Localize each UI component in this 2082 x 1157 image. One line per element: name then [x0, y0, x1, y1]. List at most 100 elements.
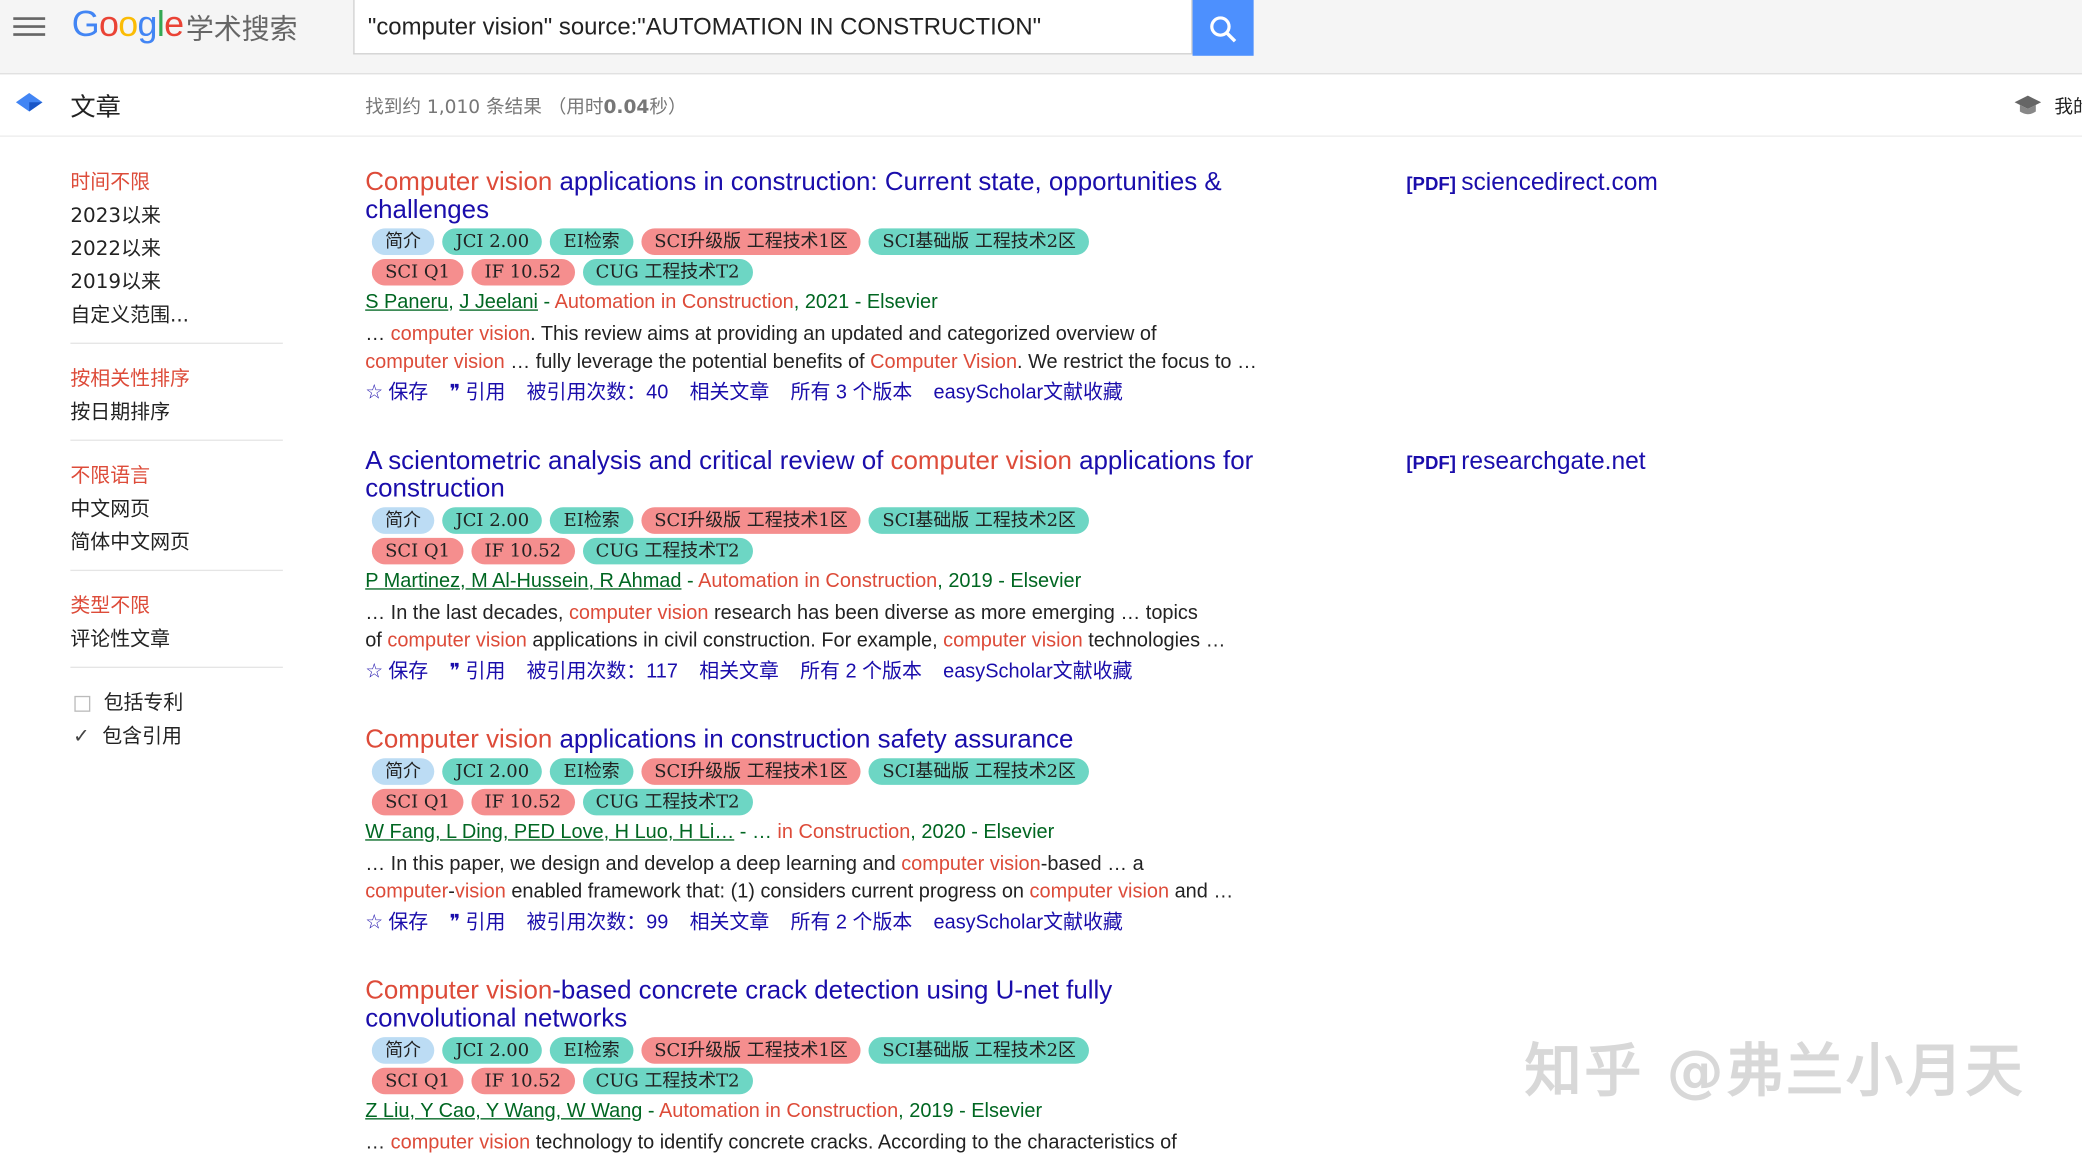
cite-button[interactable]: ❞ 引用	[449, 381, 505, 404]
tag-jci[interactable]: JCI 2.00	[442, 507, 543, 534]
easyscholar-save-link[interactable]: easyScholar文献收藏	[934, 911, 1123, 934]
sort-by-relevance[interactable]: 按相关性排序	[70, 363, 282, 396]
tag-sci-upgrade[interactable]: SCI升级版 工程技术1区	[640, 758, 862, 785]
pdf-link[interactable]: [PDF] sciencedirect.com	[1406, 167, 1658, 196]
author-link[interactable]: S Paneru	[365, 291, 448, 314]
tag-sci-basic[interactable]: SCI基础版 工程技术2区	[869, 228, 1090, 255]
easyscholar-save-link[interactable]: easyScholar文献收藏	[943, 660, 1132, 683]
tag-sci-basic[interactable]: SCI基础版 工程技术2区	[869, 1037, 1090, 1064]
include-patents-checkbox[interactable]: 包括专利	[70, 687, 282, 720]
result-title-link[interactable]: A scientometric analysis and critical re…	[365, 447, 1268, 504]
language-group: 不限语言 中文网页 简体中文网页	[70, 459, 283, 572]
filter-any-type[interactable]: 类型不限	[70, 590, 282, 623]
cited-by-link[interactable]: 被引用次数：40	[527, 381, 669, 404]
tag-ei[interactable]: EI检索	[550, 1037, 633, 1064]
tag-ei[interactable]: EI检索	[550, 507, 633, 534]
tag-impact-factor[interactable]: IF 10.52	[471, 537, 575, 565]
search-button[interactable]	[1192, 0, 1254, 56]
related-articles-link[interactable]: 相关文章	[690, 911, 770, 934]
tag-jci[interactable]: JCI 2.00	[442, 228, 543, 255]
filter-custom-range[interactable]: 自定义范围...	[70, 299, 282, 332]
time-filter-group: 时间不限 2023以来 2022以来 2019以来 自定义范围...	[70, 166, 283, 344]
my-library-link[interactable]: 我的	[2054, 93, 2082, 120]
tag-cug[interactable]: CUG 工程技术T2	[582, 788, 753, 816]
tag-sci-basic[interactable]: SCI基础版 工程技术2区	[869, 507, 1090, 534]
tag-ei[interactable]: EI检索	[550, 228, 633, 255]
save-button[interactable]: ☆ 保存	[365, 911, 428, 934]
tag-jci[interactable]: JCI 2.00	[442, 1037, 543, 1064]
tag-sci-upgrade[interactable]: SCI升级版 工程技术1区	[640, 228, 862, 255]
filter-any-time[interactable]: 时间不限	[70, 166, 282, 199]
filter-simplified-chinese[interactable]: 简体中文网页	[70, 526, 282, 559]
tag-intro[interactable]: 简介	[371, 507, 435, 534]
tag-cug[interactable]: CUG 工程技术T2	[582, 537, 753, 565]
pdf-link[interactable]: [PDF] researchgate.net	[1406, 446, 1645, 475]
tag-sci-q1[interactable]: SCI Q1	[371, 788, 464, 816]
search-result: Computer vision applications in construc…	[365, 726, 1268, 937]
tag-impact-factor[interactable]: IF 10.52	[471, 788, 575, 816]
tag-sci-q1[interactable]: SCI Q1	[371, 1067, 464, 1095]
google-logo[interactable]: Google	[72, 4, 184, 45]
tag-cug[interactable]: CUG 工程技术T2	[582, 258, 753, 286]
author-link[interactable]: J Jeelani	[459, 291, 538, 314]
tag-sci-q1[interactable]: SCI Q1	[371, 537, 464, 565]
search-box[interactable]	[353, 0, 1193, 55]
tag-intro[interactable]: 简介	[371, 758, 435, 785]
result-stats: 找到约 1,010 条结果 （用时0.04秒）	[365, 96, 687, 119]
author-link[interactable]: W Fang, L Ding, PED Love, H Luo, H Li…	[365, 821, 734, 844]
tag-cug[interactable]: CUG 工程技术T2	[582, 1067, 753, 1095]
tag-sci-upgrade[interactable]: SCI升级版 工程技术1区	[640, 1037, 862, 1064]
star-icon: ☆	[365, 911, 384, 934]
tag-row: 简介 JCI 2.00 EI检索 SCI升级版 工程技术1区 SCI基础版 工程技术2区…	[371, 1036, 1268, 1097]
result-title-link[interactable]: Computer vision applications in construc…	[365, 168, 1268, 225]
tag-row: 简介 JCI 2.00 EI检索 SCI升级版 工程技术1区 SCI基础版 工程技术2区…	[371, 227, 1268, 288]
easyscholar-save-link[interactable]: easyScholar文献收藏	[934, 381, 1123, 404]
related-articles-link[interactable]: 相关文章	[699, 660, 779, 683]
filter-chinese-pages[interactable]: 中文网页	[70, 493, 282, 526]
tag-impact-factor[interactable]: IF 10.52	[471, 1067, 575, 1095]
all-versions-link[interactable]: 所有 2 个版本	[800, 660, 922, 683]
result-snippet: … In the last decades, computer vision r…	[365, 601, 1226, 653]
section-articles[interactable]: 文章	[70, 88, 120, 124]
tag-impact-factor[interactable]: IF 10.52	[471, 258, 575, 286]
hamburger-menu-icon[interactable]	[13, 13, 46, 37]
tag-sci-q1[interactable]: SCI Q1	[371, 258, 464, 286]
filter-since-2019[interactable]: 2019以来	[70, 266, 282, 299]
result-authors: W Fang, L Ding, PED Love, H Luo, H Li… -…	[365, 820, 1055, 844]
all-versions-link[interactable]: 所有 2 个版本	[791, 911, 913, 934]
type-group: 类型不限 评论性文章	[70, 590, 283, 668]
tag-row: 简介 JCI 2.00 EI检索 SCI升级版 工程技术1区 SCI基础版 工程技术2区…	[371, 757, 1268, 818]
save-button[interactable]: ☆ 保存	[365, 660, 428, 683]
tag-intro[interactable]: 简介	[371, 228, 435, 255]
checkbox-unchecked-icon	[74, 695, 91, 712]
result-title-link[interactable]: Computer vision-based concrete crack det…	[365, 977, 1268, 1033]
top-bar: Google 学术搜索	[0, 0, 2082, 75]
cited-by-link[interactable]: 被引用次数：117	[527, 660, 678, 683]
sort-by-date[interactable]: 按日期排序	[70, 396, 282, 429]
filter-sidebar: 时间不限 2023以来 2022以来 2019以来 自定义范围... 按相关性排…	[70, 166, 283, 753]
filter-any-language[interactable]: 不限语言	[70, 459, 282, 492]
save-button[interactable]: ☆ 保存	[365, 381, 428, 404]
zhihu-watermark: 知乎 @弗兰小月天	[1524, 1038, 2026, 1105]
graduation-cap-icon[interactable]	[2013, 92, 2042, 119]
all-versions-link[interactable]: 所有 3 个版本	[791, 381, 913, 404]
related-articles-link[interactable]: 相关文章	[690, 381, 770, 404]
tag-jci[interactable]: JCI 2.00	[442, 758, 543, 785]
filter-since-2023[interactable]: 2023以来	[70, 199, 282, 232]
filter-review-articles[interactable]: 评论性文章	[70, 623, 282, 656]
cite-button[interactable]: ❞ 引用	[449, 660, 505, 683]
search-input[interactable]	[354, 0, 1192, 54]
tag-row: 简介 JCI 2.00 EI检索 SCI升级版 工程技术1区 SCI基础版 工程技术2区…	[371, 506, 1268, 567]
filter-since-2022[interactable]: 2022以来	[70, 232, 282, 265]
tag-ei[interactable]: EI检索	[550, 758, 633, 785]
tag-sci-basic[interactable]: SCI基础版 工程技术2区	[869, 758, 1090, 785]
tag-intro[interactable]: 简介	[371, 1037, 435, 1064]
result-title-link[interactable]: Computer vision applications in construc…	[365, 726, 1268, 754]
author-link[interactable]: Z Liu, Y Cao, Y Wang, W Wang	[365, 1100, 642, 1123]
include-citations-checkbox[interactable]: ✓ 包含引用	[70, 720, 282, 753]
cited-by-link[interactable]: 被引用次数：99	[527, 911, 669, 934]
search-icon	[1210, 16, 1237, 43]
author-link[interactable]: P Martinez, M Al-Hussein, R Ahmad	[365, 570, 681, 593]
cite-button[interactable]: ❞ 引用	[449, 911, 505, 934]
tag-sci-upgrade[interactable]: SCI升级版 工程技术1区	[640, 507, 862, 534]
